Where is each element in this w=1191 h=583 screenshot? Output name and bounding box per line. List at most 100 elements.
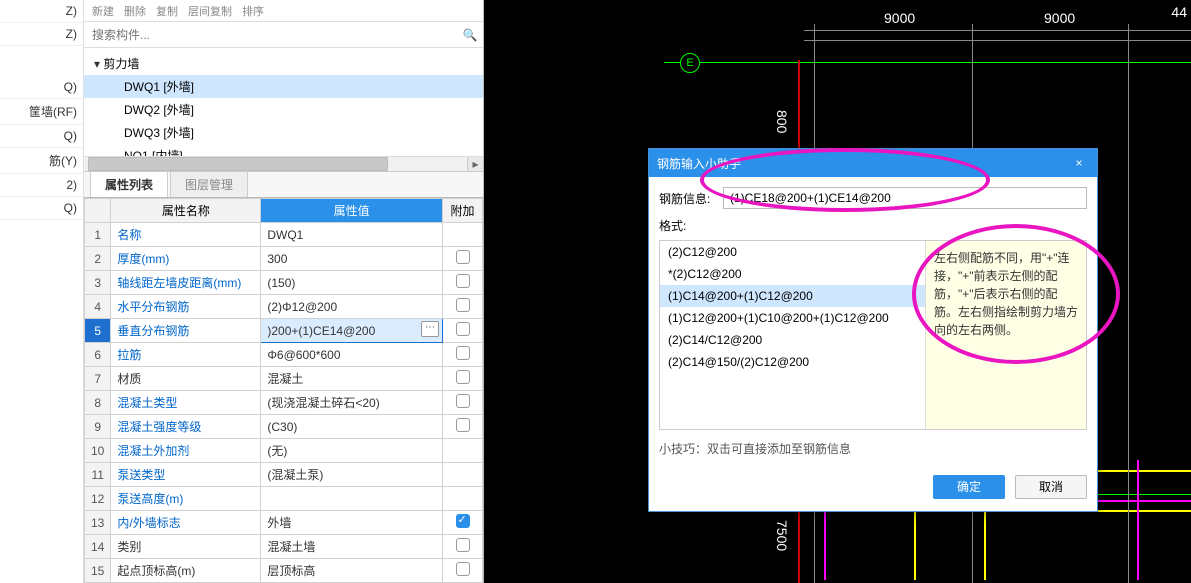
cat-item[interactable]: Q) (0, 76, 83, 99)
property-value[interactable]: (150) (261, 271, 443, 295)
tree-item-dwq3[interactable]: DWQ3 [外墙] (84, 121, 483, 144)
tab-layers[interactable]: 图层管理 (170, 171, 248, 197)
property-value[interactable]: 外墙 (261, 511, 443, 535)
cancel-button[interactable]: 取消 (1015, 475, 1087, 499)
property-name[interactable]: 拉筋 (111, 343, 261, 367)
property-value[interactable]: Φ6@600*600 (261, 343, 443, 367)
property-value[interactable]: DWQ1 (261, 223, 443, 247)
property-value[interactable]: 层顶标高 (261, 559, 443, 583)
ok-button[interactable]: 确定 (933, 475, 1005, 499)
checkbox[interactable] (456, 538, 470, 552)
property-row[interactable]: 6拉筋Φ6@600*600 (85, 343, 483, 367)
cat-item[interactable]: Z) (0, 0, 83, 23)
checkbox[interactable] (456, 418, 470, 432)
property-row[interactable]: 13内/外墙标志外墙 (85, 511, 483, 535)
extra-cell[interactable] (443, 247, 483, 271)
checkbox[interactable] (456, 274, 470, 288)
ellipsis-button[interactable]: ⋯ (421, 321, 439, 337)
rebar-info-input[interactable] (723, 187, 1087, 209)
extra-cell[interactable] (443, 559, 483, 583)
property-row[interactable]: 5垂直分布钢筋)200+(1)CE14@200⋯ (85, 319, 483, 343)
extra-cell[interactable] (443, 439, 483, 463)
property-value[interactable]: 混凝土 (261, 367, 443, 391)
extra-cell[interactable] (443, 343, 483, 367)
property-value[interactable]: )200+(1)CE14@200⋯ (261, 319, 443, 343)
checkbox[interactable] (456, 394, 470, 408)
property-name[interactable]: 厚度(mm) (111, 247, 261, 271)
property-row[interactable]: 3轴线距左墙皮距离(mm)(150) (85, 271, 483, 295)
property-row[interactable]: 10混凝土外加剂(无) (85, 439, 483, 463)
property-row[interactable]: 14类别混凝土墙 (85, 535, 483, 559)
extra-cell[interactable] (443, 487, 483, 511)
format-item[interactable]: *(2)C12@200 (660, 263, 925, 285)
format-item[interactable]: (2)C14@150/(2)C12@200 (660, 351, 925, 373)
extra-cell[interactable] (443, 367, 483, 391)
tree-item-dwq2[interactable]: DWQ2 [外墙] (84, 98, 483, 121)
cat-item[interactable]: Q) (0, 125, 83, 148)
format-item[interactable]: (2)C14/C12@200 (660, 329, 925, 351)
dialog-titlebar[interactable]: 钢筋输入小助手 × (649, 149, 1097, 177)
cat-item[interactable]: 筋(Y) (0, 148, 83, 174)
format-item[interactable]: (1)C14@200+(1)C12@200 (660, 285, 925, 307)
scrollbar-arrow-right[interactable]: ▸ (467, 157, 483, 171)
extra-cell[interactable] (443, 511, 483, 535)
toolbar-sort[interactable]: 排序 (242, 3, 264, 19)
property-name[interactable]: 泵送类型 (111, 463, 261, 487)
format-item[interactable]: (2)C12@200 (660, 241, 925, 263)
toolbar-layer-copy[interactable]: 层间复制 (188, 3, 232, 19)
extra-cell[interactable] (443, 391, 483, 415)
property-name[interactable]: 水平分布钢筋 (111, 295, 261, 319)
search-input[interactable] (88, 24, 461, 46)
property-value[interactable]: (2)Φ12@200 (261, 295, 443, 319)
checkbox[interactable] (456, 346, 470, 360)
property-name[interactable]: 轴线距左墙皮距离(mm) (111, 271, 261, 295)
close-icon[interactable]: × (1069, 156, 1089, 170)
toolbar-delete[interactable]: 删除 (124, 3, 146, 19)
property-name[interactable]: 混凝土强度等级 (111, 415, 261, 439)
property-row[interactable]: 9混凝土强度等级(C30) (85, 415, 483, 439)
property-name[interactable]: 混凝土外加剂 (111, 439, 261, 463)
extra-cell[interactable] (443, 415, 483, 439)
extra-cell[interactable] (443, 271, 483, 295)
property-name[interactable]: 起点顶标高(m) (111, 559, 261, 583)
property-value[interactable]: 混凝土墙 (261, 535, 443, 559)
checkbox[interactable] (456, 250, 470, 264)
property-value[interactable]: (现浇混凝土碎石<20) (261, 391, 443, 415)
property-name[interactable]: 类别 (111, 535, 261, 559)
search-icon[interactable]: 🔍 (461, 28, 479, 42)
extra-cell[interactable] (443, 319, 483, 343)
format-item[interactable]: (1)C12@200+(1)C10@200+(1)C12@200 (660, 307, 925, 329)
property-value[interactable]: (混凝土泵) (261, 463, 443, 487)
toolbar-copy[interactable]: 复制 (156, 3, 178, 19)
property-name[interactable]: 垂直分布钢筋 (111, 319, 261, 343)
extra-cell[interactable] (443, 535, 483, 559)
tab-properties[interactable]: 属性列表 (90, 171, 168, 197)
cat-item[interactable]: Q) (0, 197, 83, 220)
extra-cell[interactable] (443, 223, 483, 247)
checkbox[interactable] (456, 562, 470, 576)
property-value[interactable] (261, 487, 443, 511)
cat-item[interactable]: 2) (0, 174, 83, 197)
extra-cell[interactable] (443, 463, 483, 487)
property-row[interactable]: 2厚度(mm)300 (85, 247, 483, 271)
checkbox[interactable] (456, 298, 470, 312)
property-row[interactable]: 8混凝土类型(现浇混凝土碎石<20) (85, 391, 483, 415)
checkbox[interactable] (456, 514, 470, 528)
property-row[interactable]: 12泵送高度(m) (85, 487, 483, 511)
property-name[interactable]: 名称 (111, 223, 261, 247)
property-value[interactable]: (无) (261, 439, 443, 463)
property-name[interactable]: 混凝土类型 (111, 391, 261, 415)
property-row[interactable]: 7材质混凝土 (85, 367, 483, 391)
property-row[interactable]: 4水平分布钢筋(2)Φ12@200 (85, 295, 483, 319)
property-name[interactable]: 泵送高度(m) (111, 487, 261, 511)
property-value[interactable]: (C30) (261, 415, 443, 439)
property-name[interactable]: 材质 (111, 367, 261, 391)
cat-item[interactable]: 筐墙(RF) (0, 99, 83, 125)
property-row[interactable]: 11泵送类型(混凝土泵) (85, 463, 483, 487)
cat-item[interactable]: Z) (0, 23, 83, 46)
checkbox[interactable] (456, 322, 470, 336)
property-row[interactable]: 15起点顶标高(m)层顶标高 (85, 559, 483, 583)
property-name[interactable]: 内/外墙标志 (111, 511, 261, 535)
extra-cell[interactable] (443, 295, 483, 319)
tree-root[interactable]: 剪力墙 (84, 52, 483, 75)
